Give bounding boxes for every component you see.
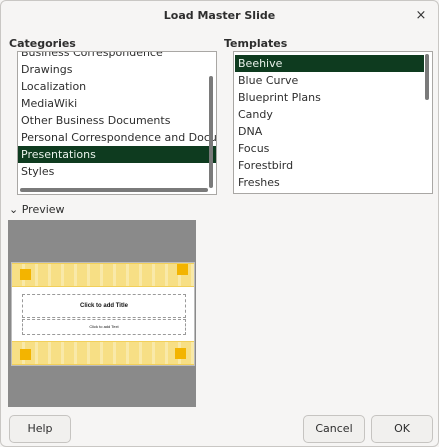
- categories-vertical-scrollbar[interactable]: [209, 76, 213, 188]
- template-item[interactable]: Candy: [235, 106, 424, 123]
- categories-label: Categories: [9, 37, 76, 50]
- title-placeholder: Click to add Title: [22, 294, 186, 318]
- category-item[interactable]: Personal Correspondence and Documents: [18, 129, 216, 146]
- preview-expander[interactable]: ⌄ Preview: [9, 203, 65, 216]
- templates-vertical-scrollbar[interactable]: [425, 54, 429, 100]
- category-item[interactable]: Business Correspondence: [18, 52, 216, 61]
- hexagon-accent: [177, 264, 188, 275]
- template-item[interactable]: DNA: [235, 123, 424, 140]
- category-item[interactable]: Drawings: [18, 61, 216, 78]
- template-item[interactable]: Focus: [235, 140, 424, 157]
- preview-label: Preview: [21, 203, 65, 216]
- category-item[interactable]: MediaWiki: [18, 95, 216, 112]
- categories-listbox[interactable]: Business Correspondence Drawings Localiz…: [17, 51, 217, 195]
- load-master-slide-dialog: Load Master Slide × Categories Business …: [0, 0, 439, 447]
- dialog-title: Load Master Slide: [163, 9, 276, 22]
- title-bar: Load Master Slide ×: [1, 1, 438, 31]
- cancel-button[interactable]: Cancel: [303, 415, 365, 443]
- help-button[interactable]: Help: [9, 415, 71, 443]
- templates-listbox[interactable]: Beehive Blue Curve Blueprint Plans Candy…: [233, 51, 433, 194]
- category-item[interactable]: Localization: [18, 78, 216, 95]
- hexagon-accent: [20, 269, 31, 280]
- beehive-top-border: [12, 263, 194, 287]
- beehive-bottom-border: [12, 341, 194, 365]
- chevron-down-icon: ⌄: [9, 203, 19, 216]
- close-icon[interactable]: ×: [412, 7, 430, 25]
- hexagon-accent: [20, 349, 31, 360]
- template-item[interactable]: Forestbird: [235, 157, 424, 174]
- template-item[interactable]: Freshes: [235, 174, 424, 191]
- hexagon-accent: [175, 348, 186, 359]
- category-item[interactable]: Other Business Documents: [18, 112, 216, 129]
- template-item[interactable]: Blue Curve: [235, 72, 424, 89]
- category-item-selected[interactable]: Presentations: [18, 146, 216, 163]
- templates-label: Templates: [224, 37, 288, 50]
- template-item-selected[interactable]: Beehive: [235, 55, 424, 72]
- slide-preview: Click to add Title Click to add Text: [11, 262, 195, 366]
- categories-horizontal-scrollbar[interactable]: [20, 188, 208, 192]
- preview-area: Click to add Title Click to add Text: [8, 220, 196, 407]
- ok-button[interactable]: OK: [371, 415, 433, 443]
- text-placeholder: Click to add Text: [22, 319, 186, 335]
- template-item[interactable]: Blueprint Plans: [235, 89, 424, 106]
- category-item[interactable]: Styles: [18, 163, 216, 180]
